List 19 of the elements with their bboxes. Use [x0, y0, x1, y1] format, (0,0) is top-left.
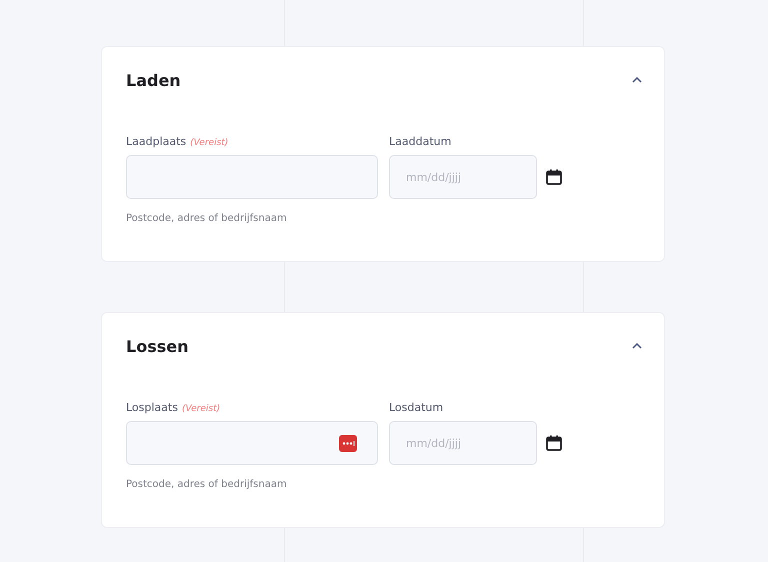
section-title: Laden [126, 70, 181, 90]
field-label: Laadplaats [126, 135, 186, 150]
date-field[interactable]: mm/dd/jjjj [389, 155, 537, 199]
date-field[interactable]: mm/dd/jjjj [389, 421, 537, 465]
chevron-icon[interactable] [632, 343, 642, 349]
calendar-icon[interactable] [546, 169, 562, 185]
field-hint: Postcode, adres of bedrijfsnaam [126, 213, 288, 224]
chevron-icon[interactable] [632, 77, 642, 83]
section-title: Lossen [126, 336, 188, 356]
input-field[interactable] [126, 421, 378, 465]
password-manager-icon[interactable] [339, 435, 357, 452]
required-note: (Vereist) [190, 138, 228, 148]
input-field[interactable] [126, 155, 378, 199]
field-label: Losplaats [126, 401, 178, 416]
field-label: Laaddatum [389, 135, 452, 150]
required-note: (Vereist) [182, 404, 220, 414]
field-label: Losdatum [389, 401, 444, 416]
field-hint: Postcode, adres of bedrijfsnaam [126, 479, 288, 490]
calendar-icon[interactable] [546, 435, 562, 451]
